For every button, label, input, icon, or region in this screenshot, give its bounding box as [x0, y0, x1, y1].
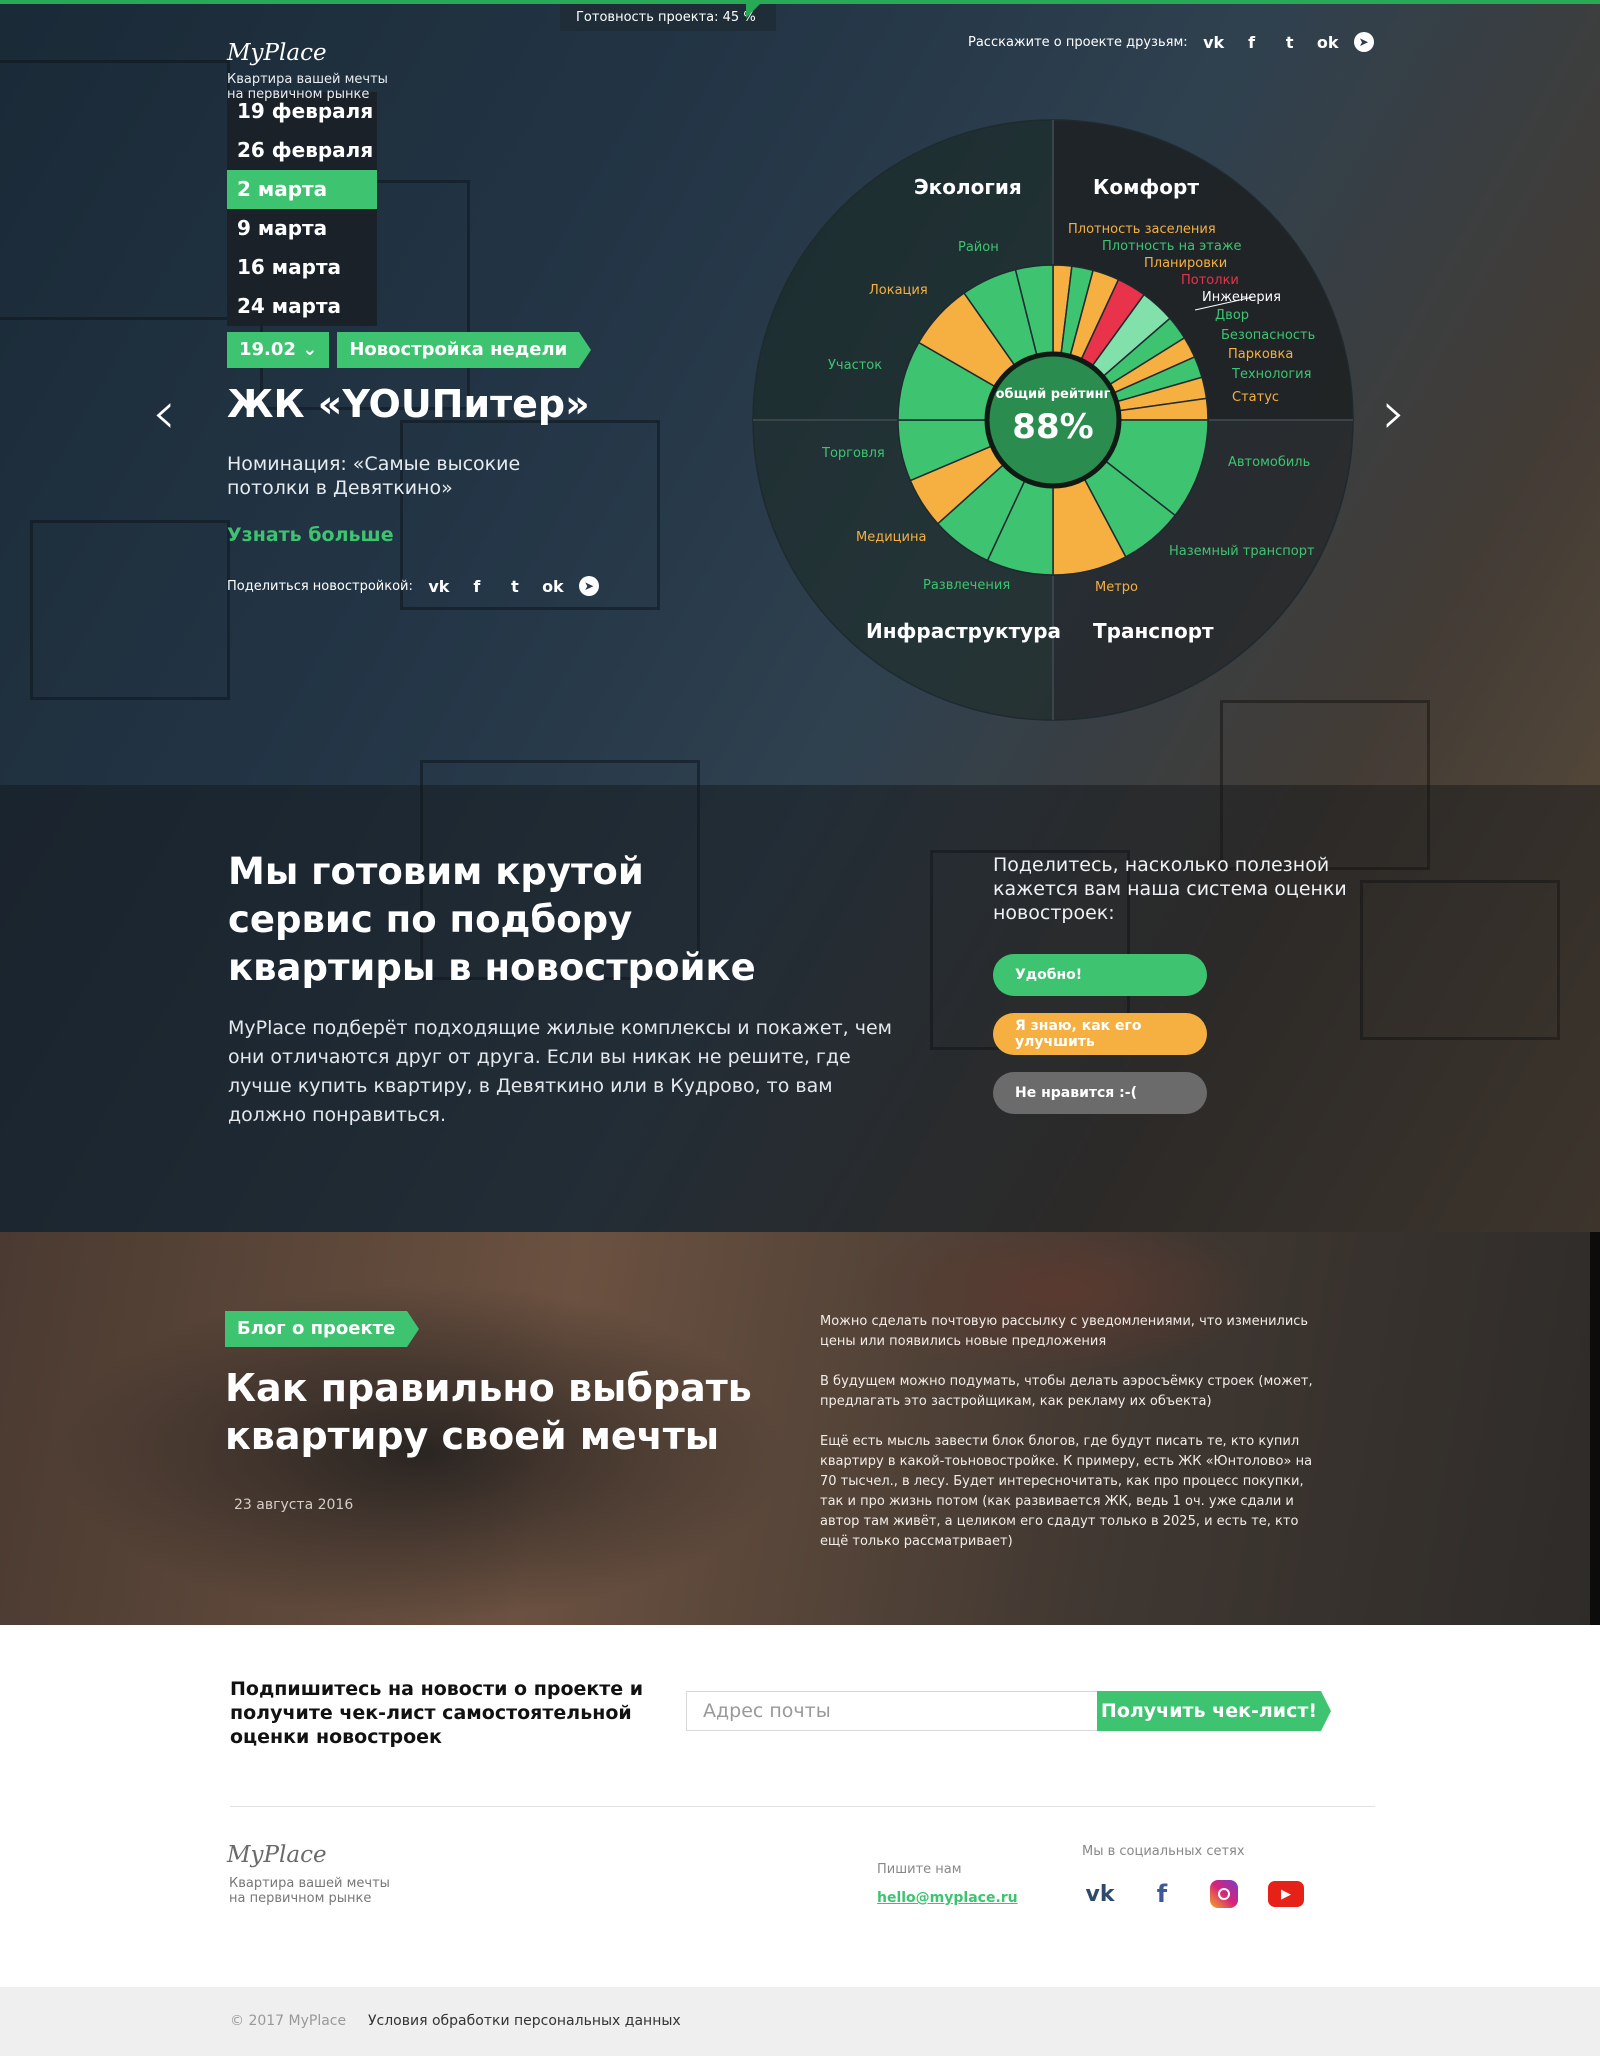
badge-row: 19.02 ⌄ Новостройка недели: [227, 332, 592, 368]
chart-label: Торговля: [822, 446, 885, 461]
vk-icon[interactable]: vk: [1082, 1878, 1118, 1910]
chart-label: Метро: [1095, 580, 1138, 595]
blog-tag[interactable]: Блог о проекте: [225, 1311, 420, 1347]
footer-social: vk f ▶: [1082, 1878, 1304, 1910]
vk-icon[interactable]: vk: [427, 574, 451, 598]
chart-label: Технология: [1232, 367, 1312, 382]
blog-date: 23 августа 2016: [234, 1497, 354, 1513]
chart-label: Двор: [1215, 308, 1250, 323]
facebook-icon[interactable]: f: [1240, 30, 1264, 54]
odnoklassniki-icon[interactable]: ok: [541, 574, 565, 598]
category-label: Комфорт: [1093, 175, 1199, 199]
chart-center-title: общий рейтинг: [996, 387, 1111, 402]
chart-center-value: 88%: [1012, 407, 1093, 447]
chart-label: Статус: [1232, 390, 1280, 405]
category-label: Экология: [914, 175, 1022, 199]
terms-link[interactable]: Условия обработки персональных данных: [368, 2013, 681, 2029]
date-list: 19 февраля 26 февраля 2 марта 9 марта 16…: [227, 92, 377, 326]
tagline: Квартира вашей мечты на первичном рынке: [227, 72, 388, 102]
blog-paragraph: Ещё есть мысль завести блок блогов, где …: [820, 1434, 1313, 1549]
date-selector-value: 19.02: [239, 339, 296, 360]
progress-bar: [0, 0, 1600, 4]
newbuild-title: ЖК «YOUПитер»: [227, 382, 590, 426]
chart-label: Потолки: [1181, 273, 1239, 288]
telegram-icon[interactable]: ➤: [578, 576, 599, 596]
copyright: © 2017 MyPlace: [230, 2013, 347, 2029]
chart-label: Планировки: [1144, 256, 1228, 271]
date-item[interactable]: 16 марта: [227, 248, 377, 287]
progress-label: Готовность проекта: 45 %: [560, 4, 776, 31]
blog-title[interactable]: Как правильно выбрать квартиру своей меч…: [225, 1364, 785, 1460]
prev-arrow-icon[interactable]: ‹: [152, 378, 176, 448]
footer-tagline: Квартира вашей мечты на первичном рынке: [229, 1876, 390, 1906]
category-label: Транспорт: [1093, 619, 1214, 643]
blog-paragraph: В будущем можно подумать, чтобы делать а…: [820, 1374, 1313, 1409]
footer-logo[interactable]: MyPlace: [227, 1842, 327, 1868]
subscribe-text: Подпишитесь на новости о проекте и получ…: [230, 1678, 644, 1748]
chart-label: Плотность на этаже: [1102, 239, 1242, 254]
chart-label: Автомобиль: [1228, 455, 1311, 470]
get-checklist-button[interactable]: Получить чек-лист!: [1097, 1691, 1331, 1731]
chart-label: Безопасность: [1221, 328, 1316, 343]
progress-marker: [746, 4, 760, 18]
chart-label: Медицина: [856, 530, 927, 545]
social-label: Мы в социальных сетях: [1082, 1844, 1245, 1859]
youtube-icon[interactable]: ▶: [1268, 1878, 1304, 1910]
facebook-icon[interactable]: f: [1144, 1878, 1180, 1910]
logo[interactable]: MyPlace: [227, 40, 327, 66]
write-us-label: Пишите нам: [877, 1862, 962, 1877]
odnoklassniki-icon[interactable]: ok: [1316, 30, 1340, 54]
divider: [230, 1806, 1375, 1807]
newbuild-badge: Новостройка недели: [337, 332, 592, 368]
learn-more-link[interactable]: Узнать больше: [227, 524, 394, 546]
chart-label: Участок: [828, 358, 883, 373]
chart-label: Инженерия: [1202, 290, 1281, 305]
chart-label: Район: [958, 240, 999, 255]
feedback-improve-button[interactable]: Я знаю, как его улучшить: [993, 1013, 1207, 1055]
email-field[interactable]: [686, 1691, 1098, 1731]
newbuild-nomination: Номинация: «Самые высокие потолки в Девя…: [227, 453, 521, 499]
date-item[interactable]: 26 февраля: [227, 131, 377, 170]
blog-text: Можно сделать почтовую рассылку с уведом…: [820, 1312, 1320, 1572]
share-newbuild-label: Поделиться новостройкой:: [227, 578, 413, 594]
date-selector[interactable]: 19.02 ⌄: [227, 332, 330, 368]
chart-label: Плотность заселения: [1068, 222, 1216, 237]
twitter-icon[interactable]: t: [503, 574, 527, 598]
contact-email-link[interactable]: hello@myplace.ru: [877, 1890, 1018, 1906]
chart-label: Парковка: [1228, 347, 1294, 362]
service-description: MyPlace подберёт подходящие жилые компле…: [228, 1017, 892, 1126]
share-project: Расскажите о проекте друзьям: vk f t ok …: [968, 30, 1374, 54]
feedback-good-button[interactable]: Удобно!: [993, 954, 1207, 996]
share-label: Расскажите о проекте друзьям:: [968, 34, 1188, 50]
next-arrow-icon[interactable]: ›: [1382, 378, 1406, 448]
chart-label: Наземный транспорт: [1169, 544, 1315, 559]
instagram-icon[interactable]: [1206, 1878, 1242, 1910]
share-newbuild: Поделиться новостройкой: vk f t ok ➤: [227, 574, 599, 598]
category-label: Инфраструктура: [866, 619, 1062, 643]
blog-paragraph: Можно сделать почтовую рассылку с уведом…: [820, 1314, 1309, 1349]
chart-label: Развлечения: [923, 578, 1011, 593]
feedback-question: Поделитесь, насколько полезной кажется в…: [993, 854, 1347, 924]
vk-icon[interactable]: vk: [1202, 30, 1226, 54]
date-item[interactable]: 24 марта: [227, 287, 377, 326]
twitter-icon[interactable]: t: [1278, 30, 1302, 54]
telegram-icon[interactable]: ➤: [1353, 32, 1374, 52]
date-item[interactable]: 9 марта: [227, 209, 377, 248]
facebook-icon[interactable]: f: [465, 574, 489, 598]
chevron-down-icon: ⌄: [302, 339, 318, 360]
feedback-bad-button[interactable]: Не нравится :-(: [993, 1072, 1207, 1114]
rating-chart: общий рейтинг 88% Экология Комфорт Трансп…: [748, 115, 1358, 725]
date-item-active[interactable]: 2 марта: [227, 170, 377, 209]
service-title: Мы готовим крутой сервис по подбору квар…: [228, 850, 756, 989]
chart-label: Локация: [869, 283, 928, 298]
